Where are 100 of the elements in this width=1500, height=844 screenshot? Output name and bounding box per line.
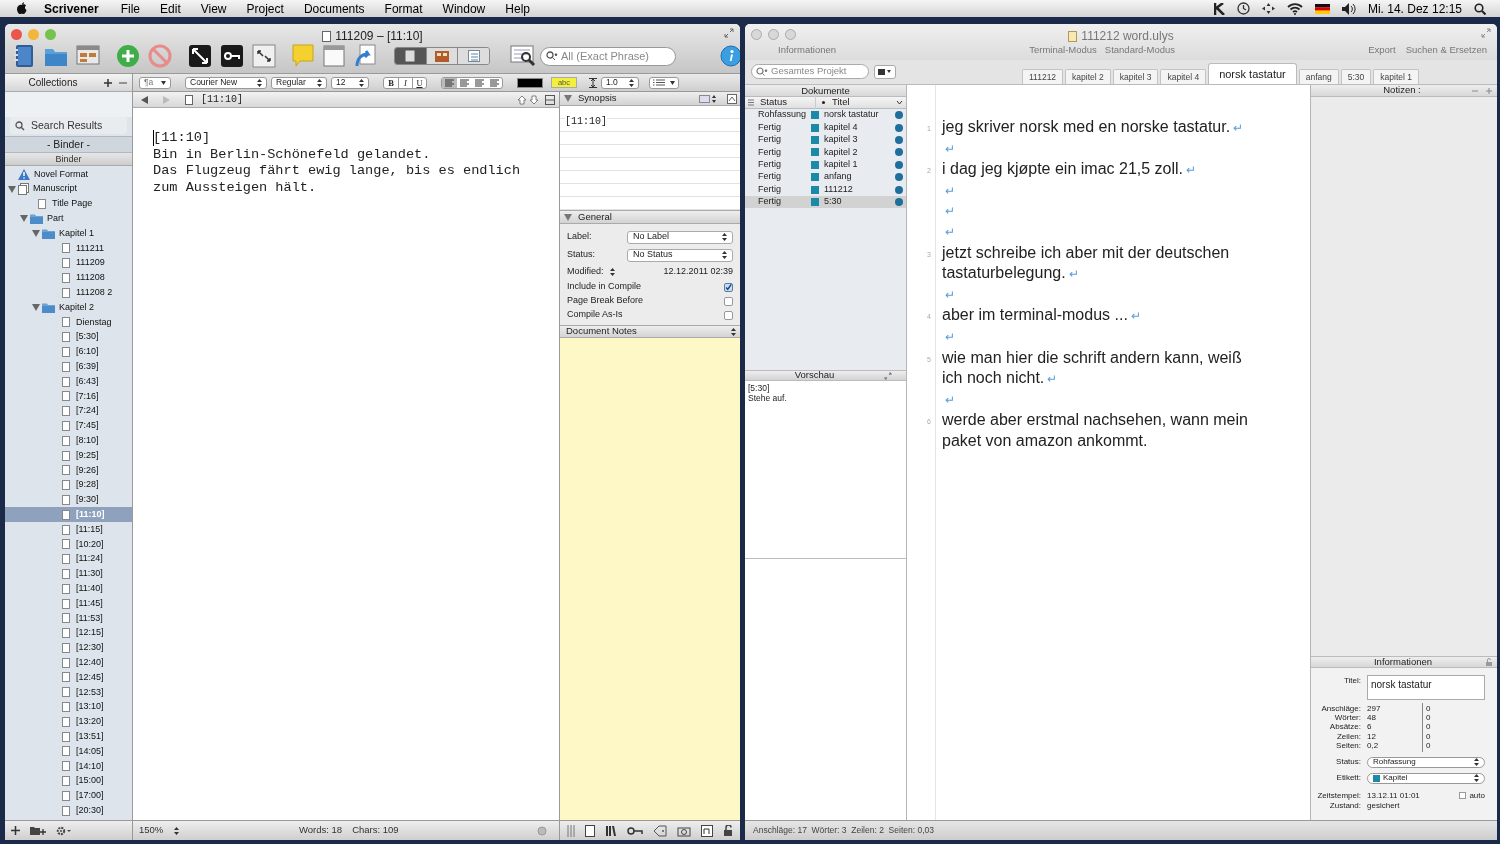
binder-item[interactable]: [6:10] <box>5 344 132 360</box>
document-row[interactable]: Fertig kapitel 4 <box>745 121 906 134</box>
search-field[interactable]: Gesamtes Projekt <box>751 64 869 79</box>
disclosure-triangle-icon[interactable] <box>32 230 40 238</box>
expand-icon[interactable] <box>188 44 212 68</box>
search-field[interactable]: All (Exact Phrase) <box>540 46 676 66</box>
document-row[interactable]: Fertig anfang <box>745 170 906 184</box>
tab[interactable]: anfang <box>1298 69 1339 84</box>
modified-sort-control[interactable]: Modified: <box>567 265 615 279</box>
column-header[interactable]: Titel <box>830 95 896 110</box>
disclosure-triangle-icon[interactable] <box>8 185 16 193</box>
justify-icon[interactable] <box>487 77 502 88</box>
binder-item[interactable]: [11:45] <box>5 596 132 611</box>
document-row[interactable]: Fertig kapitel 3 <box>745 133 906 147</box>
align-left-icon[interactable] <box>442 77 457 88</box>
binder-item[interactable]: [14:10] <box>5 758 132 774</box>
resize-icon[interactable] <box>252 44 276 68</box>
tab[interactable]: kapitel 2 <box>1065 69 1111 84</box>
split-icon[interactable] <box>545 94 555 105</box>
dropdown[interactable]: 12 <box>331 76 369 89</box>
settings-icon[interactable] <box>56 825 72 836</box>
binder-item[interactable]: [12:15] <box>5 625 132 641</box>
toolbar-button[interactable]: Export <box>1368 43 1396 58</box>
toolbar-button[interactable]: Suchen & Ersetzen <box>1405 43 1487 58</box>
toolbar-button[interactable]: Standard-Modus <box>1104 43 1176 58</box>
tab[interactable]: kapitel 4 <box>1160 69 1207 84</box>
page-icon[interactable] <box>585 824 595 837</box>
binder-item[interactable]: [11:40] <box>5 581 132 597</box>
text-color-well[interactable] <box>517 77 543 88</box>
dropdown[interactable]: No Status <box>627 248 733 262</box>
document-row[interactable]: Fertig 5:30 <box>745 195 906 209</box>
binder-item[interactable]: [17:00] <box>5 788 132 804</box>
binder-item[interactable]: [11:30] <box>5 566 132 582</box>
lock-icon[interactable] <box>723 824 733 837</box>
books-icon[interactable] <box>605 824 617 837</box>
folder-add-icon[interactable] <box>30 825 46 836</box>
apple-logo[interactable] <box>16 2 28 15</box>
clock-icon[interactable] <box>1236 2 1250 15</box>
binder-item[interactable]: Dienstag <box>5 314 132 330</box>
disclosure-triangle-icon[interactable] <box>20 215 28 223</box>
window-icon[interactable] <box>323 45 345 67</box>
arrows-icon[interactable] <box>1261 3 1275 14</box>
binder-item[interactable]: Kapitel 2 <box>5 300 132 315</box>
key-icon[interactable] <box>627 825 643 836</box>
fullscreen-icon[interactable] <box>724 28 734 38</box>
menu-item[interactable]: Project <box>246 0 284 18</box>
close-button[interactable] <box>11 29 22 40</box>
disclosure-triangle-icon[interactable] <box>32 304 40 312</box>
binder-item[interactable]: Part <box>5 211 132 227</box>
wifi-icon[interactable] <box>1286 2 1303 15</box>
add-icon[interactable] <box>11 826 20 835</box>
binder-item[interactable]: [5:30] <box>5 329 132 345</box>
line-spacing-icon[interactable] <box>589 77 597 88</box>
view-dropdown[interactable] <box>874 64 896 79</box>
tag-icon[interactable] <box>653 824 667 837</box>
paragraph-style-dropdown[interactable]: ¶a <box>139 76 171 89</box>
synopsis-card[interactable]: [11:10] <box>560 106 740 210</box>
menu-item[interactable]: Window <box>442 0 486 18</box>
binder-item[interactable]: [12:53] <box>5 684 132 700</box>
list-dropdown[interactable] <box>649 76 679 89</box>
binder-item[interactable]: [6:39] <box>5 359 132 375</box>
binder-item[interactable]: [7:45] <box>5 418 132 434</box>
footnote-icon[interactable] <box>701 824 713 837</box>
dropdown[interactable]: 1.0 <box>601 76 639 89</box>
checkbox[interactable] <box>724 310 733 320</box>
key-icon[interactable] <box>220 44 244 68</box>
binder-item[interactable]: [9:25] <box>5 448 132 463</box>
document-row[interactable]: Fertig kapitel 2 <box>745 146 906 159</box>
binder-item[interactable]: [13:10] <box>5 699 132 715</box>
binder-item[interactable]: [10:20] <box>5 536 132 552</box>
binder-item[interactable]: [12:45] <box>5 670 132 685</box>
menu-item[interactable]: View <box>200 0 227 18</box>
binder-item[interactable]: [6:43] <box>5 374 132 389</box>
corkboard-icon[interactable] <box>76 45 100 67</box>
binder-item[interactable]: [20:30] <box>5 803 132 819</box>
checkbox[interactable] <box>724 296 733 306</box>
notebook-icon[interactable] <box>13 44 35 68</box>
dropdown[interactable]: Kapitel <box>1367 772 1485 784</box>
document-arrow-icon[interactable] <box>354 44 376 68</box>
search-icon[interactable] <box>1474 2 1486 15</box>
menu-item[interactable]: Documents <box>303 0 365 18</box>
menu-item[interactable]: Edit <box>160 0 181 18</box>
binder-item[interactable]: Title Page <box>5 196 132 212</box>
tab[interactable]: 5:30 <box>1340 69 1372 84</box>
dropdown[interactable]: Rohfassung <box>1367 756 1485 768</box>
binder-item[interactable]: Novel Format <box>5 167 132 182</box>
tab[interactable]: norsk tastatur <box>1208 63 1297 84</box>
binder-item[interactable]: [7:16] <box>5 388 132 404</box>
binder-item[interactable]: 111209 <box>5 255 132 271</box>
toolbar-button[interactable]: Terminal-Modus <box>1029 43 1097 58</box>
binder-item[interactable]: [14:05] <box>5 744 132 759</box>
chevron-down-icon[interactable] <box>896 100 903 105</box>
menu-item[interactable]: Format <box>384 0 423 18</box>
binder-item[interactable]: [9:28] <box>5 477 132 493</box>
binder-item[interactable]: [12:40] <box>5 655 132 671</box>
align-right-icon[interactable] <box>472 77 487 88</box>
title-field[interactable]: norsk tastatur <box>1367 675 1485 700</box>
tab[interactable]: kapitel 3 <box>1112 69 1159 84</box>
binder-item[interactable]: [9:30] <box>5 492 132 508</box>
binder-item[interactable]: [13:51] <box>5 729 132 745</box>
